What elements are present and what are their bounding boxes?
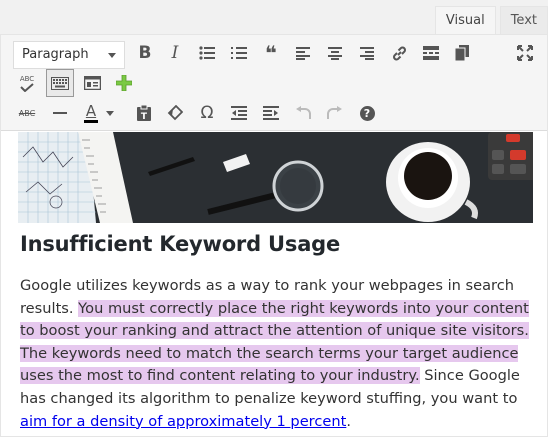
- read-more-button[interactable]: [417, 39, 445, 67]
- read-more-icon: [423, 46, 439, 60]
- fullscreen-icon: [517, 45, 533, 61]
- add-plus-icon: [116, 75, 132, 91]
- paste-text-icon: T: [137, 105, 151, 121]
- strikethrough-button[interactable]: ABC: [13, 99, 41, 127]
- editor-content[interactable]: Insufficient Keyword Usage Google utiliz…: [1, 132, 547, 436]
- section-heading: Insufficient Keyword Usage: [20, 232, 341, 256]
- featured-image: [18, 132, 533, 223]
- numbered-list-icon: [231, 47, 247, 59]
- toolbar-row-1: Paragraph B I ❝: [1, 38, 547, 69]
- link-icon: [392, 46, 406, 60]
- tab-text[interactable]: Text: [499, 6, 548, 34]
- spellcheck-button[interactable]: ABC: [13, 69, 41, 97]
- special-character-button[interactable]: Ω: [193, 99, 221, 127]
- bold-icon: B: [138, 43, 152, 63]
- text-color-button[interactable]: A: [78, 99, 120, 127]
- toolbar-toggle-icon: [51, 76, 69, 90]
- align-center-button[interactable]: [321, 39, 349, 67]
- indent-icon: [263, 106, 279, 120]
- body-paragraph: Google utilizes keywords as a way to ran…: [20, 275, 536, 433]
- paste-text-button[interactable]: T: [130, 99, 158, 127]
- paste-icon: [455, 45, 469, 61]
- link-button[interactable]: [385, 39, 413, 67]
- visual-editor: Paragraph B I ❝ ABC ABC A T Ω ? Insuffic…: [0, 34, 548, 437]
- bullet-list-icon: [199, 46, 215, 60]
- format-select[interactable]: Paragraph: [13, 41, 125, 69]
- clear-formatting-button[interactable]: [161, 99, 189, 127]
- chevron-down-icon: [108, 53, 116, 58]
- tab-visual[interactable]: Visual: [434, 6, 496, 35]
- align-right-button[interactable]: [353, 39, 381, 67]
- special-character-icon: Ω: [200, 103, 214, 123]
- align-left-button[interactable]: [289, 39, 317, 67]
- outdent-icon: [231, 106, 247, 120]
- fullscreen-button[interactable]: [511, 39, 539, 67]
- paste-button[interactable]: [448, 39, 476, 67]
- align-left-icon: [296, 46, 310, 60]
- undo-icon: [296, 106, 311, 119]
- indent-button[interactable]: [257, 99, 285, 127]
- clear-formatting-icon: [167, 105, 183, 121]
- spellcheck-icon: ABC: [20, 75, 34, 92]
- add-plus-button[interactable]: [110, 69, 138, 97]
- editor-tabs: Visual Text: [431, 6, 548, 35]
- help-button[interactable]: ?: [353, 99, 381, 127]
- blockquote-icon: ❝: [265, 41, 277, 65]
- redo-icon: [327, 106, 342, 119]
- toolbar-row-2: ABC: [1, 68, 547, 98]
- horizontal-line-button[interactable]: [46, 99, 74, 127]
- paragraph-text-end: .: [346, 412, 351, 430]
- form-button[interactable]: [78, 69, 106, 97]
- bullet-list-button[interactable]: [193, 39, 221, 67]
- horizontal-line-icon: [53, 112, 67, 114]
- bold-button[interactable]: B: [131, 39, 159, 67]
- italic-button[interactable]: I: [161, 39, 189, 67]
- align-center-icon: [328, 46, 342, 60]
- format-select-value: Paragraph: [22, 47, 89, 62]
- align-right-icon: [360, 46, 374, 60]
- editor-toolbar: Paragraph B I ❝ ABC ABC A T Ω ?: [1, 35, 547, 131]
- undo-button[interactable]: [289, 99, 317, 127]
- toolbar-row-3: ABC A T Ω ?: [1, 98, 547, 128]
- redo-button[interactable]: [321, 99, 349, 127]
- italic-icon: I: [171, 43, 179, 63]
- blockquote-button[interactable]: ❝: [257, 39, 285, 67]
- text-color-icon: A: [84, 103, 114, 123]
- form-icon: [83, 76, 101, 90]
- strikethrough-icon: ABC: [18, 108, 36, 118]
- toolbar-toggle-button[interactable]: [46, 69, 74, 97]
- help-icon: ?: [359, 105, 375, 121]
- svg-text:T: T: [141, 112, 148, 121]
- keyword-density-link[interactable]: aim for a density of approximately 1 per…: [20, 413, 346, 430]
- numbered-list-button[interactable]: [225, 39, 253, 67]
- outdent-button[interactable]: [225, 99, 253, 127]
